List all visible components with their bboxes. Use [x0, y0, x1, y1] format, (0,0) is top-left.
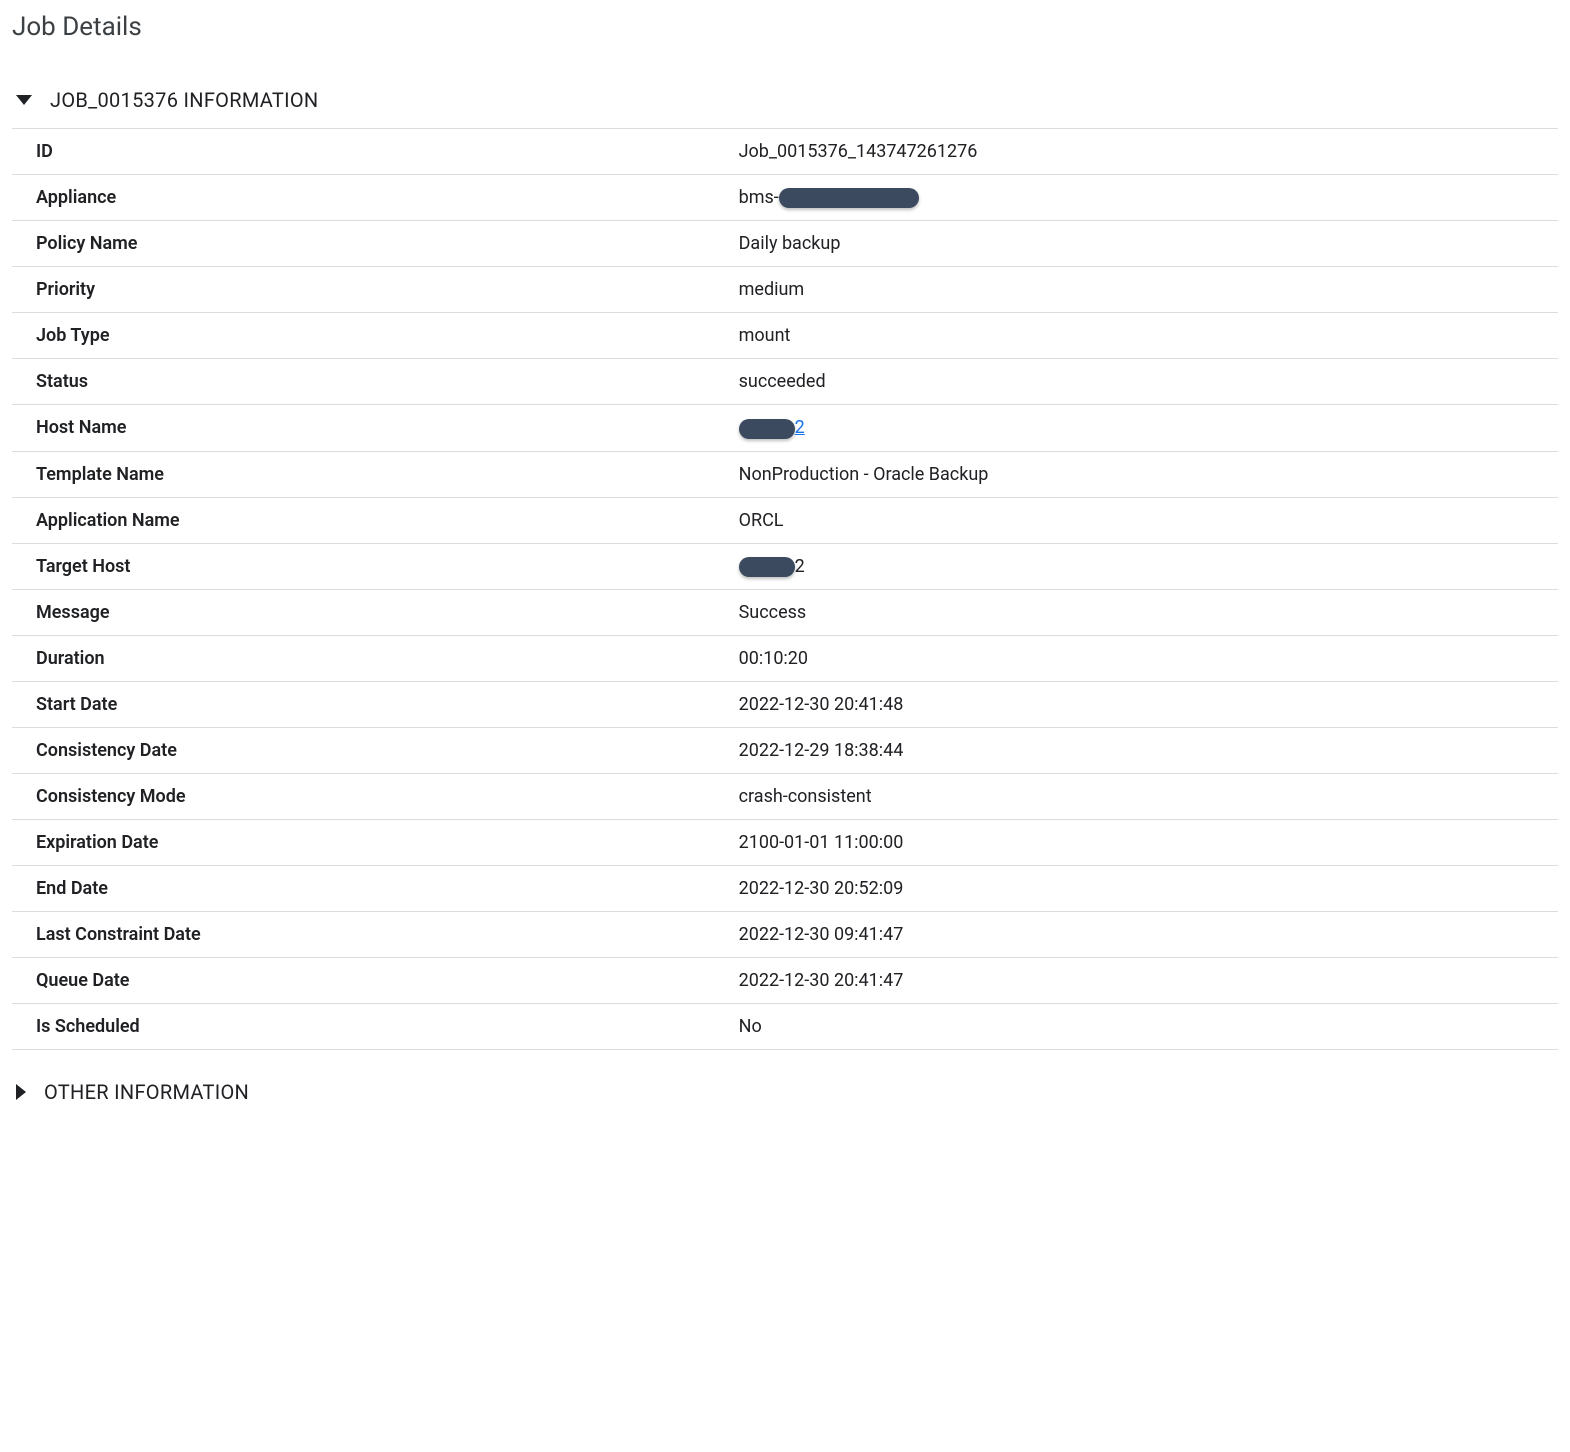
table-row: Appliancebms- — [12, 175, 1558, 221]
redacted-value — [739, 557, 795, 577]
value-text: Success — [739, 602, 807, 623]
field-label: ID — [12, 129, 739, 175]
value-text: Daily backup — [739, 233, 841, 254]
table-row: MessageSuccess — [12, 589, 1558, 635]
value-text: 2022-12-30 20:41:48 — [739, 694, 904, 715]
field-value: 2022-12-30 20:41:47 — [739, 957, 1558, 1003]
field-label: Application Name — [12, 497, 739, 543]
field-value: bms- — [739, 175, 1558, 221]
value-text: mount — [739, 325, 791, 346]
field-label: Consistency Mode — [12, 773, 739, 819]
field-label: Template Name — [12, 451, 739, 497]
job-information-header[interactable]: JOB_0015376 INFORMATION — [12, 78, 1558, 122]
field-label: Start Date — [12, 681, 739, 727]
value-text: 2022-12-29 18:38:44 — [739, 740, 904, 761]
table-row: Job Typemount — [12, 313, 1558, 359]
field-value: crash-consistent — [739, 773, 1558, 819]
field-value: Success — [739, 589, 1558, 635]
field-value: 00:10:20 — [739, 635, 1558, 681]
field-value[interactable]: 2 — [739, 405, 1558, 451]
field-label: Duration — [12, 635, 739, 681]
other-information-header[interactable]: OTHER INFORMATION — [12, 1070, 1558, 1114]
value-text: medium — [739, 279, 805, 300]
table-row: Target Host 2 — [12, 543, 1558, 589]
value-text: 00:10:20 — [739, 648, 808, 669]
field-label: Priority — [12, 267, 739, 313]
chevron-right-icon — [16, 1084, 26, 1100]
field-value: Daily backup — [739, 221, 1558, 267]
field-value: succeeded — [739, 359, 1558, 405]
field-label: Appliance — [12, 175, 739, 221]
field-label: Consistency Date — [12, 727, 739, 773]
table-row: Expiration Date2100-01-01 11:00:00 — [12, 819, 1558, 865]
table-row: Is ScheduledNo — [12, 1003, 1558, 1049]
field-label: Queue Date — [12, 957, 739, 1003]
page-title: Job Details — [12, 12, 1558, 42]
redacted-value — [739, 419, 795, 439]
job-information-section: JOB_0015376 INFORMATION IDJob_0015376_14… — [12, 78, 1558, 1050]
redacted-value — [779, 188, 919, 208]
chevron-down-icon — [16, 95, 32, 105]
value-text: NonProduction - Oracle Backup — [739, 464, 989, 485]
table-row: Policy NameDaily backup — [12, 221, 1558, 267]
field-label: Expiration Date — [12, 819, 739, 865]
table-row: Statussucceeded — [12, 359, 1558, 405]
value-text: 2022-12-30 09:41:47 — [739, 924, 904, 945]
field-label: Last Constraint Date — [12, 911, 739, 957]
field-label: Status — [12, 359, 739, 405]
other-information-title: OTHER INFORMATION — [44, 1080, 249, 1104]
field-value: 2022-12-30 20:41:48 — [739, 681, 1558, 727]
table-row: Application NameORCL — [12, 497, 1558, 543]
field-value: Job_0015376_143747261276 — [739, 129, 1558, 175]
value-text: ORCL — [739, 510, 784, 531]
job-information-title: JOB_0015376 INFORMATION — [50, 88, 319, 112]
value-suffix: 2 — [795, 556, 805, 577]
table-row: Start Date2022-12-30 20:41:48 — [12, 681, 1558, 727]
field-value: mount — [739, 313, 1558, 359]
table-row: Consistency Modecrash-consistent — [12, 773, 1558, 819]
field-label: Job Type — [12, 313, 739, 359]
value-suffix[interactable]: 2 — [795, 417, 805, 438]
other-information-section: OTHER INFORMATION — [12, 1070, 1558, 1114]
field-label: Target Host — [12, 543, 739, 589]
field-value: No — [739, 1003, 1558, 1049]
field-label: Host Name — [12, 405, 739, 451]
field-value: NonProduction - Oracle Backup — [739, 451, 1558, 497]
field-value: 2022-12-30 20:52:09 — [739, 865, 1558, 911]
table-row: Prioritymedium — [12, 267, 1558, 313]
value-text: 2022-12-30 20:41:47 — [739, 970, 904, 991]
table-row: End Date2022-12-30 20:52:09 — [12, 865, 1558, 911]
field-label: Message — [12, 589, 739, 635]
field-label: Is Scheduled — [12, 1003, 739, 1049]
field-value: ORCL — [739, 497, 1558, 543]
value-text: 2022-12-30 20:52:09 — [739, 878, 904, 899]
table-row: Host Name 2 — [12, 405, 1558, 451]
table-row: Consistency Date2022-12-29 18:38:44 — [12, 727, 1558, 773]
table-row: Template NameNonProduction - Oracle Back… — [12, 451, 1558, 497]
field-value: 2100-01-01 11:00:00 — [739, 819, 1558, 865]
job-information-table: IDJob_0015376_143747261276Appliancebms-P… — [12, 128, 1558, 1050]
field-value: medium — [739, 267, 1558, 313]
field-value: 2022-12-30 09:41:47 — [739, 911, 1558, 957]
table-row: Last Constraint Date2022-12-30 09:41:47 — [12, 911, 1558, 957]
field-label: End Date — [12, 865, 739, 911]
table-row: Queue Date2022-12-30 20:41:47 — [12, 957, 1558, 1003]
value-text: Job_0015376_143747261276 — [739, 141, 978, 162]
field-label: Policy Name — [12, 221, 739, 267]
value-text: crash-consistent — [739, 786, 872, 807]
table-row: IDJob_0015376_143747261276 — [12, 129, 1558, 175]
field-value: 2 — [739, 543, 1558, 589]
value-text: succeeded — [739, 371, 826, 392]
field-value: 2022-12-29 18:38:44 — [739, 727, 1558, 773]
table-row: Duration00:10:20 — [12, 635, 1558, 681]
value-text: No — [739, 1016, 762, 1037]
value-text: 2100-01-01 11:00:00 — [739, 832, 904, 853]
value-prefix: bms- — [739, 187, 779, 208]
